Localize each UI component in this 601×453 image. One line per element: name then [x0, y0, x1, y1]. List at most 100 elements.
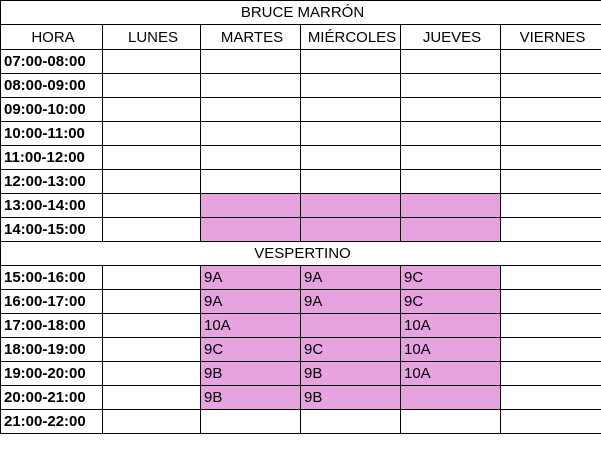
cell-jueves: 10A: [400, 361, 501, 386]
cell-jueves: [400, 49, 501, 74]
header-row: HORA LUNES MARTES MIÉRCOLES JUEVES VIERN…: [0, 24, 601, 50]
table-row: 15:00-16:00 9A 9A 9C: [0, 265, 601, 290]
header-lunes: LUNES: [102, 24, 201, 50]
cell-martes: [200, 73, 301, 98]
cell-lunes: [102, 361, 201, 386]
cell-martes: [200, 217, 301, 242]
cell-martes: 9C: [200, 337, 301, 362]
cell-viernes: [499, 313, 601, 338]
cell-lunes: [102, 385, 201, 410]
cell-viernes: [499, 169, 601, 194]
cell-miercoles: 9B: [300, 385, 401, 410]
cell-lunes: [102, 313, 201, 338]
schedule-table: BRUCE MARRÓN HORA LUNES MARTES MIÉRCOLES…: [0, 0, 601, 434]
cell-lunes: [102, 121, 201, 146]
cell-lunes: [102, 73, 201, 98]
cell-viernes: [499, 49, 601, 74]
time-cell: 07:00-08:00: [0, 49, 103, 74]
cell-miercoles: 9B: [300, 361, 401, 386]
table-row: 19:00-20:00 9B 9B 10A: [0, 361, 601, 386]
time-cell: 10:00-11:00: [0, 121, 103, 146]
time-cell: 20:00-21:00: [0, 385, 103, 410]
cell-viernes: [499, 145, 601, 170]
cell-jueves: 10A: [400, 337, 501, 362]
table-row: 12:00-13:00: [0, 169, 601, 194]
cell-martes: [200, 409, 301, 434]
header-hora: HORA: [0, 24, 103, 50]
cell-martes: 10A: [200, 313, 301, 338]
header-viernes: VIERNES: [499, 24, 601, 50]
table-row: 07:00-08:00: [0, 49, 601, 74]
cell-martes: 9B: [200, 385, 301, 410]
table-row: 20:00-21:00 9B 9B: [0, 385, 601, 410]
section-label: VESPERTINO: [0, 241, 601, 266]
cell-miercoles: [300, 73, 401, 98]
cell-lunes: [102, 145, 201, 170]
table-row: 18:00-19:00 9C 9C 10A: [0, 337, 601, 362]
cell-viernes: [499, 193, 601, 218]
table-row: 13:00-14:00: [0, 193, 601, 218]
cell-jueves: [400, 97, 501, 122]
cell-miercoles: [300, 121, 401, 146]
time-cell: 16:00-17:00: [0, 289, 103, 314]
time-cell: 09:00-10:00: [0, 97, 103, 122]
cell-miercoles: [300, 193, 401, 218]
cell-lunes: [102, 265, 201, 290]
cell-lunes: [102, 49, 201, 74]
cell-miercoles: [300, 217, 401, 242]
cell-martes: [200, 97, 301, 122]
cell-martes: [200, 121, 301, 146]
cell-miercoles: [300, 169, 401, 194]
cell-viernes: [499, 217, 601, 242]
cell-viernes: [499, 385, 601, 410]
header-martes: MARTES: [200, 24, 301, 50]
table-row: 14:00-15:00: [0, 217, 601, 242]
time-cell: 11:00-12:00: [0, 145, 103, 170]
cell-viernes: [499, 121, 601, 146]
table-row: 16:00-17:00 9A 9A 9C: [0, 289, 601, 314]
cell-miercoles: [300, 49, 401, 74]
cell-viernes: [499, 73, 601, 98]
time-cell: 13:00-14:00: [0, 193, 103, 218]
time-cell: 08:00-09:00: [0, 73, 103, 98]
time-cell: 14:00-15:00: [0, 217, 103, 242]
time-cell: 18:00-19:00: [0, 337, 103, 362]
cell-jueves: [400, 193, 501, 218]
header-jueves: JUEVES: [400, 24, 501, 50]
cell-lunes: [102, 97, 201, 122]
schedule-body: BRUCE MARRÓN HORA LUNES MARTES MIÉRCOLES…: [0, 0, 601, 434]
cell-martes: 9B: [200, 361, 301, 386]
cell-jueves: 9C: [400, 289, 501, 314]
cell-lunes: [102, 169, 201, 194]
cell-jueves: 9C: [400, 265, 501, 290]
cell-miercoles: 9C: [300, 337, 401, 362]
cell-viernes: [499, 409, 601, 434]
cell-jueves: [400, 73, 501, 98]
cell-lunes: [102, 193, 201, 218]
cell-martes: [200, 49, 301, 74]
cell-miercoles: [300, 97, 401, 122]
time-cell: 15:00-16:00: [0, 265, 103, 290]
cell-viernes: [499, 289, 601, 314]
cell-jueves: [400, 169, 501, 194]
cell-martes: 9A: [200, 289, 301, 314]
cell-jueves: [400, 409, 501, 434]
table-row: 08:00-09:00: [0, 73, 601, 98]
cell-lunes: [102, 409, 201, 434]
cell-lunes: [102, 289, 201, 314]
cell-martes: 9A: [200, 265, 301, 290]
table-row: 09:00-10:00: [0, 97, 601, 122]
table-row: 10:00-11:00: [0, 121, 601, 146]
section-row: VESPERTINO: [0, 241, 601, 266]
cell-viernes: [499, 337, 601, 362]
cell-miercoles: 9A: [300, 289, 401, 314]
cell-lunes: [102, 337, 201, 362]
cell-martes: [200, 193, 301, 218]
cell-lunes: [102, 217, 201, 242]
cell-viernes: [499, 265, 601, 290]
time-cell: 19:00-20:00: [0, 361, 103, 386]
cell-miercoles: [300, 409, 401, 434]
cell-jueves: 10A: [400, 313, 501, 338]
time-cell: 21:00-22:00: [0, 409, 103, 434]
cell-martes: [200, 145, 301, 170]
